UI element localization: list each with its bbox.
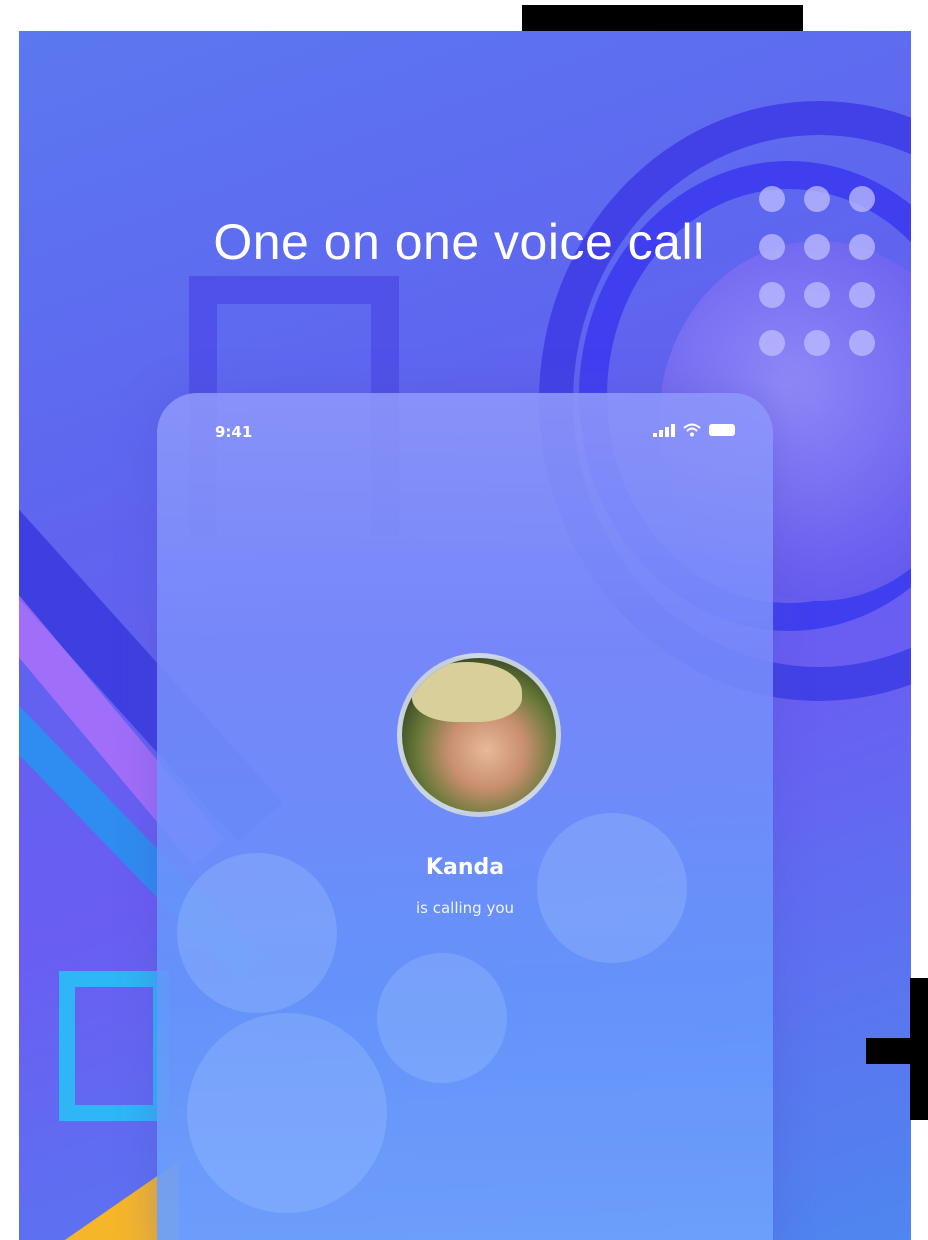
decor-square-outline — [59, 971, 169, 1121]
promo-banner: One on one voice call 9:41 Kanda is call… — [19, 31, 911, 1240]
caller-avatar — [397, 653, 561, 817]
caller-name: Kanda — [425, 855, 505, 880]
caller-status: is calling you — [415, 899, 515, 917]
top-black-bar — [522, 5, 803, 31]
headline: One on one voice call — [213, 214, 705, 270]
status-time: 9:41 — [215, 423, 253, 441]
wifi-icon — [683, 423, 701, 437]
status-icons — [653, 423, 735, 437]
phone-mockup: 9:41 Kanda is calling you — [157, 393, 773, 1240]
plus-mark-horizontal — [866, 1038, 928, 1064]
signal-icon — [653, 423, 675, 437]
status-bar: 9:41 — [157, 423, 773, 447]
battery-icon — [709, 424, 735, 436]
